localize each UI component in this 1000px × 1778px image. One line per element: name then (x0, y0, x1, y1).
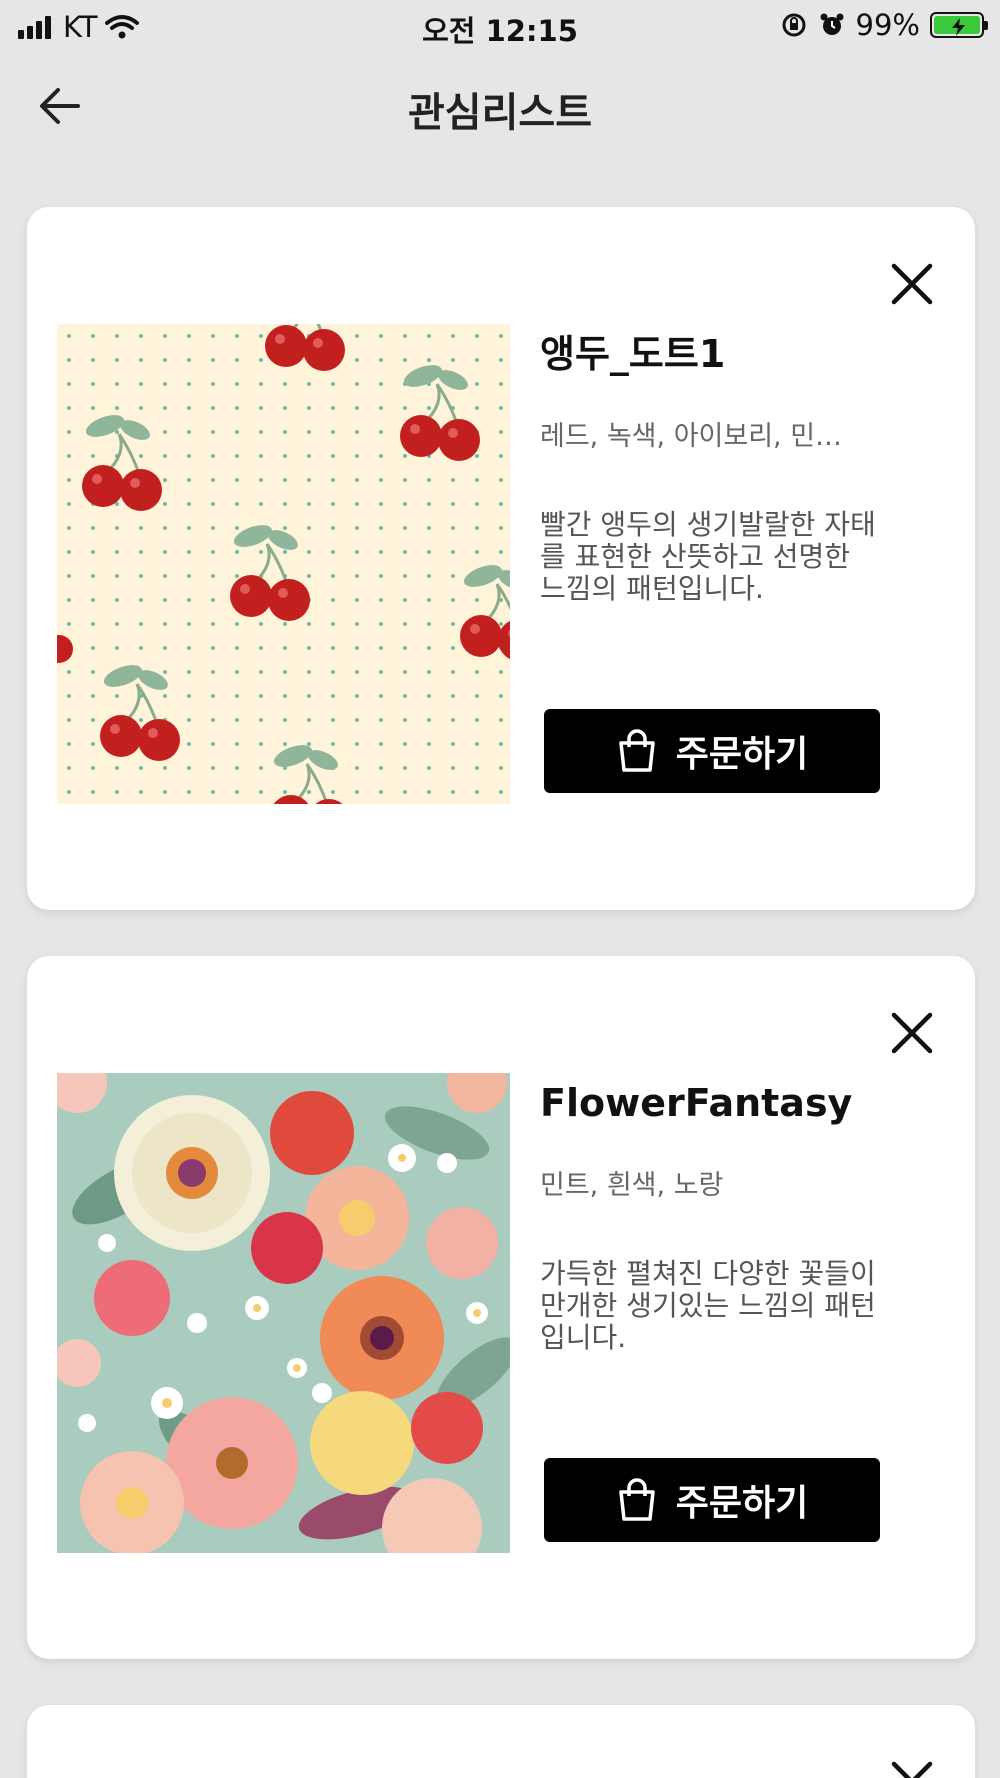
item-description: 가득한 펼쳐진 다양한 꽃들이 만개한 생기있는 느낌의 패턴입니다. (540, 1256, 876, 1354)
wishlist-card: 앵두_도트1 레드, 녹색, 아이보리, 민… 빨간 앵두의 생기발랄한 자태를… (27, 207, 975, 910)
page-title: 관심리스트 (408, 90, 592, 136)
item-title[interactable]: FlowerFantasy (540, 1081, 960, 1127)
wishlist-card: FlowerFantasy 민트, 흰색, 노랑 가득한 펼쳐진 다양한 꽃들이… (27, 956, 975, 1659)
close-icon (891, 1012, 933, 1054)
header: 관심리스트 (0, 56, 1000, 156)
close-icon (891, 263, 933, 305)
order-button[interactable]: 주문하기 (544, 1458, 880, 1542)
product-image[interactable] (57, 1073, 510, 1553)
shopping-bag-icon (619, 729, 655, 772)
status-right: 99% (780, 8, 988, 42)
item-title[interactable]: 앵두_도트1 (540, 332, 960, 378)
status-bar: KT 오전 12:15 99% (0, 0, 1000, 56)
item-description: 빨간 앵두의 생기발랄한 자태를 표현한 산뜻하고 선명한 느낌의 패턴입니다. (540, 507, 876, 605)
item-info: FlowerFantasy 민트, 흰색, 노랑 가득한 펼쳐진 다양한 꽃들이… (540, 1081, 960, 1354)
product-image[interactable] (57, 324, 510, 804)
battery-fill (934, 16, 980, 36)
remove-button[interactable] (887, 1008, 937, 1058)
wishlist-card (27, 1705, 975, 1778)
alarm-icon (820, 13, 844, 35)
order-button[interactable]: 주문하기 (544, 709, 880, 793)
shopping-bag-icon (619, 1478, 655, 1521)
orientation-lock-icon (782, 13, 806, 37)
item-colors: 레드, 녹색, 아이보리, 민… (540, 420, 843, 452)
battery-icon (930, 12, 988, 38)
remove-button[interactable] (887, 259, 937, 309)
order-button-label: 주문하기 (675, 734, 809, 775)
battery-percent: 99% (855, 8, 920, 42)
remove-button[interactable] (887, 1757, 937, 1778)
item-colors: 민트, 흰색, 노랑 (540, 1169, 724, 1201)
order-button-label: 주문하기 (675, 1483, 809, 1524)
item-info: 앵두_도트1 레드, 녹색, 아이보리, 민… 빨간 앵두의 생기발랄한 자태를… (540, 332, 960, 605)
close-icon (891, 1761, 933, 1778)
